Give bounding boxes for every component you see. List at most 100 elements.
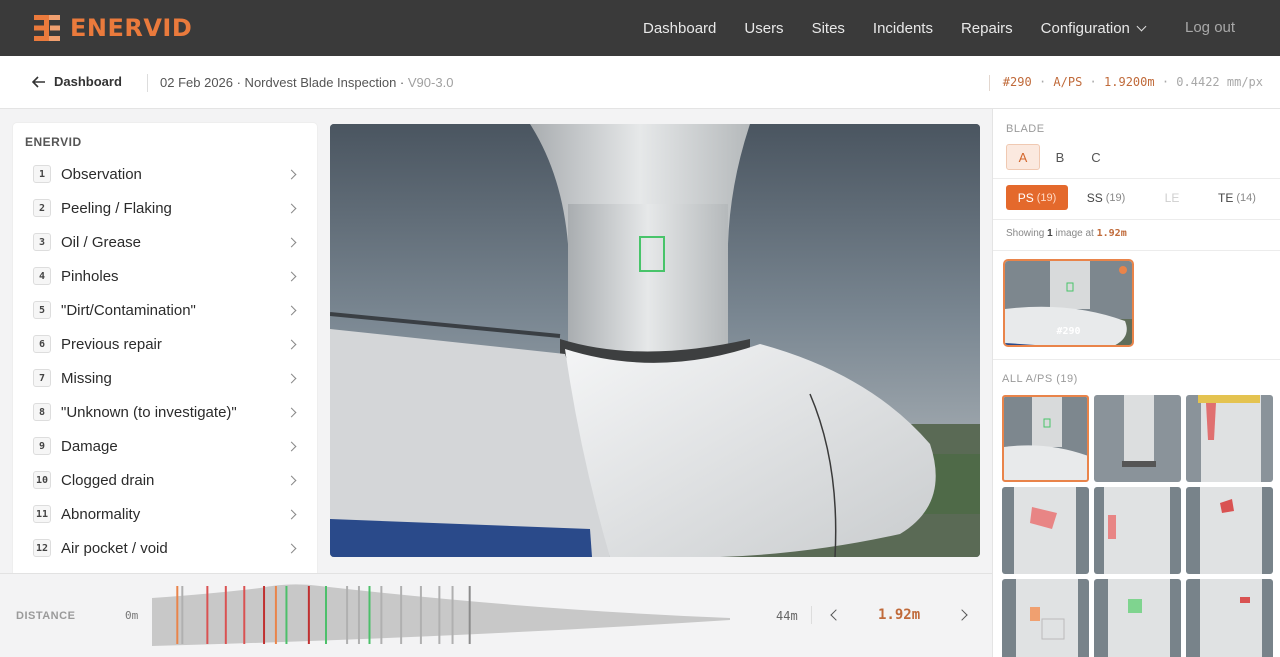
blade-a-button[interactable]: A xyxy=(1006,144,1040,170)
enervid-logo-icon xyxy=(34,15,60,41)
nav-configuration-label: Configuration xyxy=(1040,19,1130,37)
divider xyxy=(993,359,1280,360)
category-number: 4 xyxy=(33,267,51,285)
category-number: 10 xyxy=(33,471,51,489)
next-position-icon[interactable] xyxy=(956,609,968,621)
category-item[interactable]: 5 "Dirt/Contamination" xyxy=(33,295,303,325)
back-to-dashboard-button[interactable]: Dashboard xyxy=(32,74,122,89)
divider xyxy=(988,75,990,91)
blade-side: A/PS xyxy=(1053,75,1083,89)
blade-section-label: BLADE xyxy=(1006,123,1045,135)
showing-count: 1 xyxy=(1047,228,1053,239)
image-thumbnail[interactable] xyxy=(1094,395,1181,482)
thumbnail-photo xyxy=(1186,395,1273,482)
category-item[interactable]: 2 Peeling / Flaking xyxy=(33,193,303,223)
category-item[interactable]: 1 Observation xyxy=(33,159,303,189)
side-le-button[interactable]: LE xyxy=(1141,185,1203,210)
thumbnail-photo xyxy=(1094,487,1181,574)
image-thumbnail[interactable] xyxy=(1002,395,1089,482)
chevron-right-icon xyxy=(286,509,297,520)
divider xyxy=(993,178,1280,179)
chevron-right-icon xyxy=(286,169,297,180)
side-te-button[interactable]: TE (14) xyxy=(1206,185,1268,210)
image-thumbnail[interactable] xyxy=(1094,579,1181,657)
inspection-title: 02 Feb 2026 · Nordvest Blade Inspection … xyxy=(160,75,453,90)
category-number: 9 xyxy=(33,437,51,455)
blade-c-button[interactable]: C xyxy=(1079,144,1113,170)
logout-link[interactable]: Log out xyxy=(1185,19,1235,36)
image-thumbnail[interactable] xyxy=(1186,395,1273,482)
category-number: 11 xyxy=(33,505,51,523)
category-item[interactable]: 10 Clogged drain xyxy=(33,465,303,495)
category-panel: ENERVID 1 Observation 2 Peeling / Flaking 3 O… xyxy=(13,123,317,609)
distance-min: 0m xyxy=(125,609,139,622)
brand-logo[interactable]: ENERVID xyxy=(32,13,192,43)
thumbnail-photo xyxy=(1004,397,1087,480)
side-le-label: LE xyxy=(1164,190,1180,205)
distance-max: 44m xyxy=(776,609,798,623)
previous-position-icon[interactable] xyxy=(830,609,842,621)
side-ss-label: SS xyxy=(1086,190,1103,205)
nav-sites[interactable]: Sites xyxy=(812,20,845,37)
category-label: Peeling / Flaking xyxy=(61,199,172,217)
image-meta: #290 · A/PS · 1.9200m · 0.4422 mm/px xyxy=(988,75,1263,91)
brand-name: ENERVID xyxy=(70,14,193,42)
chevron-right-icon xyxy=(286,237,297,248)
thumbnail-photo xyxy=(1094,395,1181,482)
category-item[interactable]: 7 Missing xyxy=(33,363,303,393)
image-thumbnail[interactable] xyxy=(1186,579,1273,657)
divider xyxy=(147,74,148,92)
chevron-down-icon xyxy=(1136,21,1147,31)
blade-b-button[interactable]: B xyxy=(1043,144,1077,170)
category-number: 8 xyxy=(33,403,51,421)
inspection-image[interactable] xyxy=(330,124,980,557)
side-ss-count: (19) xyxy=(1105,191,1126,204)
category-number: 6 xyxy=(33,335,51,353)
breadcrumb-bar: Dashboard 02 Feb 2026 · Nordvest Blade I… xyxy=(0,56,1280,109)
thumbnail-photo xyxy=(1002,487,1089,574)
category-label: Damage xyxy=(61,437,118,455)
category-item[interactable]: 3 Oil / Grease xyxy=(33,227,303,257)
side-ps-count: (19) xyxy=(1036,191,1057,204)
side-ps-button[interactable]: PS (19) xyxy=(1006,185,1068,210)
divider xyxy=(811,606,812,624)
image-thumbnail[interactable] xyxy=(1002,579,1089,657)
divider xyxy=(993,250,1280,251)
category-label: Clogged drain xyxy=(61,471,155,489)
category-panel-title: ENERVID xyxy=(25,135,82,149)
side-te-count: (14) xyxy=(1236,191,1256,204)
category-label: Air pocket / void xyxy=(61,539,168,557)
selected-image-thumbnail[interactable]: #290 xyxy=(1003,259,1134,347)
thumbnail-id: #290 xyxy=(1056,326,1081,337)
nav-repairs[interactable]: Repairs xyxy=(961,20,1013,37)
category-item[interactable]: 9 Damage xyxy=(33,431,303,461)
category-number: 12 xyxy=(33,539,51,557)
category-item[interactable]: 4 Pinholes xyxy=(33,261,303,291)
meta-dot: · xyxy=(1161,75,1170,89)
turbine-model: V90-3.0 xyxy=(407,75,454,90)
category-item[interactable]: 11 Abnormality xyxy=(33,499,303,529)
nav-incidents[interactable]: Incidents xyxy=(873,20,933,37)
side-ss-button[interactable]: SS (19) xyxy=(1075,185,1137,210)
image-thumbnail[interactable] xyxy=(1186,487,1273,574)
turbine-photo xyxy=(330,124,980,557)
chevron-right-icon xyxy=(286,203,297,214)
nav-configuration[interactable]: Configuration xyxy=(1040,19,1147,37)
category-number: 1 xyxy=(33,165,51,183)
image-thumbnail[interactable] xyxy=(1094,487,1181,574)
meta-dot: · xyxy=(1038,75,1047,89)
category-label: Observation xyxy=(61,165,142,183)
showing-status: Showing 1 image at 1.92m xyxy=(1006,228,1127,239)
category-item[interactable]: 6 Previous repair xyxy=(33,329,303,359)
current-distance: 1.92m xyxy=(878,607,921,623)
nav-dashboard[interactable]: Dashboard xyxy=(643,20,716,37)
blade-profile[interactable] xyxy=(150,582,735,648)
category-label: Previous repair xyxy=(61,335,162,353)
category-number: 3 xyxy=(33,233,51,251)
category-item[interactable]: 8 "Unknown (to investigate)" xyxy=(33,397,303,427)
nav-users[interactable]: Users xyxy=(744,20,783,37)
chevron-right-icon xyxy=(286,475,297,486)
category-item[interactable]: 12 Air pocket / void xyxy=(33,533,303,563)
image-thumbnail[interactable] xyxy=(1002,487,1089,574)
divider xyxy=(993,219,1280,220)
